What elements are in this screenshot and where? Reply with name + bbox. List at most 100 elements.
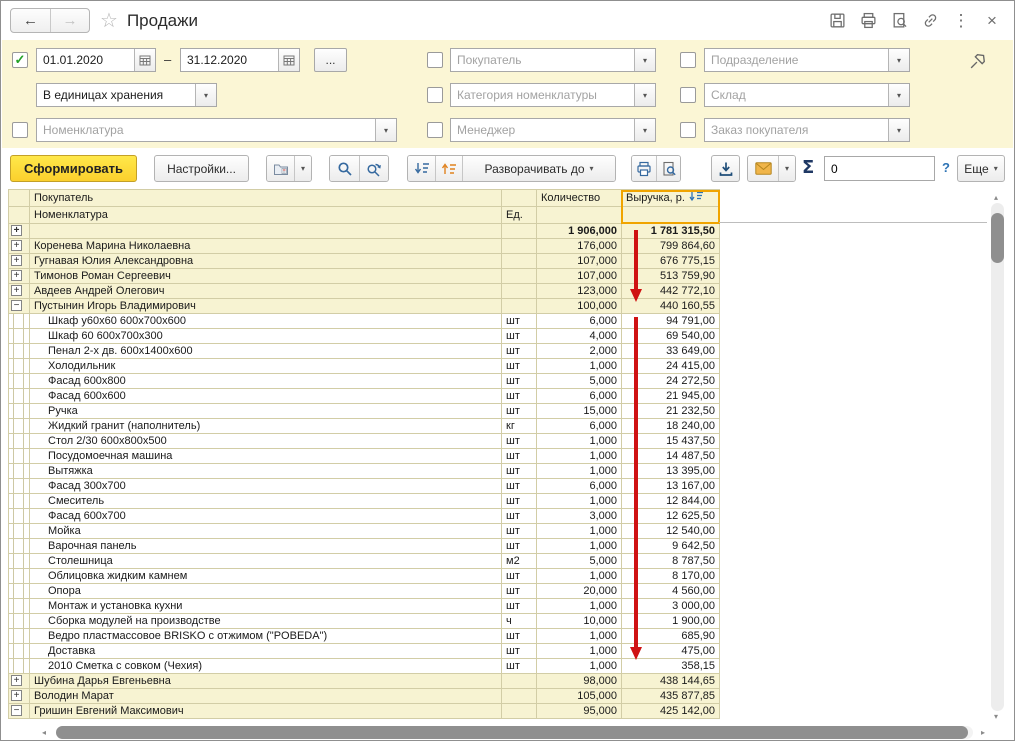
cell-unit[interactable] [502, 704, 537, 719]
cell-unit[interactable]: кг [502, 419, 537, 434]
cell-name[interactable]: Фасад 600х600 [30, 389, 502, 404]
cell-quantity[interactable]: 10,000 [537, 614, 622, 629]
cell-name[interactable]: Смеситель [30, 494, 502, 509]
table-row[interactable]: Мойкашт1,00012 540,00 [9, 524, 720, 539]
cell-name[interactable]: Авдеев Андрей Олегович [30, 284, 502, 299]
table-row[interactable]: Холодильникшт1,00024 415,00 [9, 359, 720, 374]
cell-unit[interactable]: шт [502, 569, 537, 584]
help-icon[interactable]: ? [942, 160, 950, 175]
table-row[interactable]: Фасад 600х700шт3,00012 625,50 [9, 509, 720, 524]
more-button[interactable]: Еще ▾ [957, 155, 1005, 182]
cell-unit[interactable]: шт [502, 434, 537, 449]
cell-name[interactable]: Варочная панель [30, 539, 502, 554]
cell-name[interactable]: Ручка [30, 404, 502, 419]
cell-name[interactable]: Стол 2/30 600х800х500 [30, 434, 502, 449]
cell-quantity[interactable]: 1,000 [537, 644, 622, 659]
cell-name[interactable]: Тимонов Роман Сергеевич [30, 269, 502, 284]
cell-quantity[interactable]: 105,000 [537, 689, 622, 704]
search-next-icon[interactable] [359, 156, 388, 181]
order-checkbox[interactable] [680, 122, 696, 138]
cell-quantity[interactable]: 95,000 [537, 704, 622, 719]
cell-quantity[interactable]: 6,000 [537, 389, 622, 404]
buyer-checkbox[interactable] [427, 52, 443, 68]
favorite-star-icon[interactable]: ☆ [100, 8, 118, 33]
forward-button[interactable]: → [50, 9, 89, 32]
expand-groups-icon[interactable] [435, 156, 462, 181]
cell-name[interactable]: Фасад 600х800 [30, 374, 502, 389]
sum-sigma-icon[interactable]: Σ [802, 157, 814, 178]
buyer-input[interactable] [451, 49, 634, 71]
chevron-down-icon[interactable]: ▾ [375, 119, 396, 141]
cell-name[interactable]: Посудомоечная машина [30, 449, 502, 464]
table-row[interactable]: +1 906,0001 781 315,50 [9, 224, 720, 239]
cell-quantity[interactable]: 1,000 [537, 449, 622, 464]
cell-quantity[interactable]: 100,000 [537, 299, 622, 314]
table-row[interactable]: +Шубина Дарья Евгеньевна98,000438 144,65 [9, 674, 720, 689]
cell-unit[interactable]: шт [502, 329, 537, 344]
column-header-buyer[interactable]: Покупатель [30, 190, 502, 207]
category-input[interactable] [451, 84, 634, 106]
table-row[interactable]: Ведро пластмассовое BRISKO с отжимом ("P… [9, 629, 720, 644]
cell-quantity[interactable]: 1,000 [537, 569, 622, 584]
cell-name[interactable]: Мойка [30, 524, 502, 539]
cell-unit[interactable]: шт [502, 404, 537, 419]
expand-group-box[interactable]: + [11, 255, 22, 266]
cell-quantity[interactable]: 1,000 [537, 434, 622, 449]
table-row[interactable]: Варочная панельшт1,0009 642,50 [9, 539, 720, 554]
search-icon[interactable] [330, 156, 359, 181]
cell-quantity[interactable]: 123,000 [537, 284, 622, 299]
vertical-scrollbar[interactable]: ▴ ▾ [989, 191, 1008, 723]
department-input[interactable] [705, 49, 888, 71]
collapse-group-box[interactable]: − [11, 300, 22, 311]
chevron-down-icon[interactable]: ▾ [634, 84, 655, 106]
cell-quantity[interactable]: 15,000 [537, 404, 622, 419]
cell-name[interactable]: Жидкий гранит (наполнитель) [30, 419, 502, 434]
cell-quantity[interactable]: 1,000 [537, 659, 622, 674]
back-button[interactable]: ← [11, 9, 50, 32]
column-header-qty[interactable]: Количество [537, 190, 622, 207]
cell-unit[interactable]: шт [502, 359, 537, 374]
cell-unit[interactable]: шт [502, 509, 537, 524]
cell-quantity[interactable]: 20,000 [537, 584, 622, 599]
cell-quantity[interactable]: 6,000 [537, 479, 622, 494]
category-checkbox[interactable] [427, 87, 443, 103]
save-report-button[interactable] [711, 155, 740, 182]
cell-quantity[interactable]: 107,000 [537, 269, 622, 284]
cell-name[interactable]: Ведро пластмассовое BRISKO с отжимом ("P… [30, 629, 502, 644]
cell-unit[interactable]: м2 [502, 554, 537, 569]
cell-name[interactable]: Холодильник [30, 359, 502, 374]
cell-unit[interactable] [502, 224, 537, 239]
chevron-down-icon[interactable]: ▾ [634, 49, 655, 71]
table-row[interactable]: Вытяжкашт1,00013 395,00 [9, 464, 720, 479]
table-row[interactable]: Пенал 2-х дв. 600х1400х600шт2,00033 649,… [9, 344, 720, 359]
cell-name[interactable]: Шкаф у60х60 600х700х600 [30, 314, 502, 329]
cell-revenue[interactable]: 435 877,85 [622, 689, 720, 704]
expand-to-button[interactable]: Разворачивать до ▾ [462, 156, 615, 181]
expand-group-box[interactable]: + [11, 240, 22, 251]
save-icon[interactable] [828, 12, 846, 30]
cell-unit[interactable]: шт [502, 524, 537, 539]
collapse-group-box[interactable]: − [11, 705, 22, 716]
email-icon[interactable] [748, 156, 778, 181]
preview-report-icon[interactable] [656, 156, 680, 181]
nomenclature-input[interactable] [37, 119, 375, 141]
cell-name[interactable]: Опора [30, 584, 502, 599]
order-input[interactable] [705, 119, 888, 141]
column-header-nomenclature[interactable]: Номенклатура [30, 207, 502, 224]
cell-unit[interactable] [502, 254, 537, 269]
table-row[interactable]: Стол 2/30 600х800х500шт1,00015 437,50 [9, 434, 720, 449]
cell-unit[interactable] [502, 299, 537, 314]
horizontal-scroll-thumb[interactable] [56, 726, 968, 739]
cell-name[interactable]: Доставка [30, 644, 502, 659]
cell-unit[interactable]: шт [502, 344, 537, 359]
cell-unit[interactable]: шт [502, 374, 537, 389]
chevron-down-icon[interactable]: ▾ [888, 49, 909, 71]
cell-quantity[interactable]: 176,000 [537, 239, 622, 254]
horizontal-scrollbar[interactable]: ◂ ▸ [8, 724, 987, 741]
cell-quantity[interactable]: 1,000 [537, 599, 622, 614]
period-checkbox[interactable]: ✓ [12, 52, 28, 68]
cell-quantity[interactable]: 107,000 [537, 254, 622, 269]
cell-name[interactable] [30, 224, 502, 239]
table-row[interactable]: +Авдеев Андрей Олегович123,000442 772,10 [9, 284, 720, 299]
cell-name[interactable]: Коренева Марина Николаевна [30, 239, 502, 254]
